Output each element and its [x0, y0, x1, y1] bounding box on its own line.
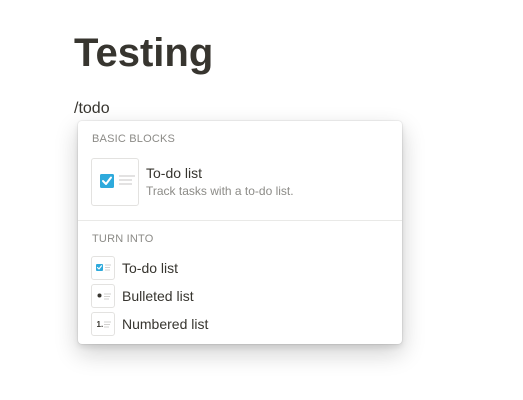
section-label-turn-into: TURN INTO: [92, 233, 154, 245]
slash-command-menu: BASIC BLOCKS To-do list Track tasks with…: [78, 121, 402, 344]
editor-command-input[interactable]: /todo: [74, 98, 110, 120]
svg-text:1.: 1.: [97, 320, 104, 329]
turn-into-item-label: Bulleted list: [122, 288, 194, 304]
menu-divider: [78, 220, 402, 221]
turn-into-item-bulleted-list[interactable]: Bulleted list: [91, 284, 389, 308]
bullet-list-icon: [91, 284, 115, 308]
page-title[interactable]: Testing: [74, 28, 213, 78]
menu-item-description: Track tasks with a to-do list.: [146, 184, 294, 198]
turn-into-item-label: To-do list: [122, 260, 179, 276]
menu-item-todo-list-block[interactable]: To-do list Track tasks with a to-do list…: [91, 158, 389, 206]
turn-into-item-numbered-list[interactable]: 1. Numbered list: [91, 312, 389, 336]
todo-checkbox-icon: [91, 256, 115, 280]
numbered-list-icon: 1.: [91, 312, 115, 336]
turn-into-item-todo-list[interactable]: To-do list: [91, 256, 389, 280]
todo-checkbox-icon: [91, 158, 139, 206]
menu-item-title: To-do list: [146, 165, 203, 181]
section-label-basic-blocks: BASIC BLOCKS: [92, 133, 176, 145]
turn-into-item-label: Numbered list: [122, 316, 209, 332]
